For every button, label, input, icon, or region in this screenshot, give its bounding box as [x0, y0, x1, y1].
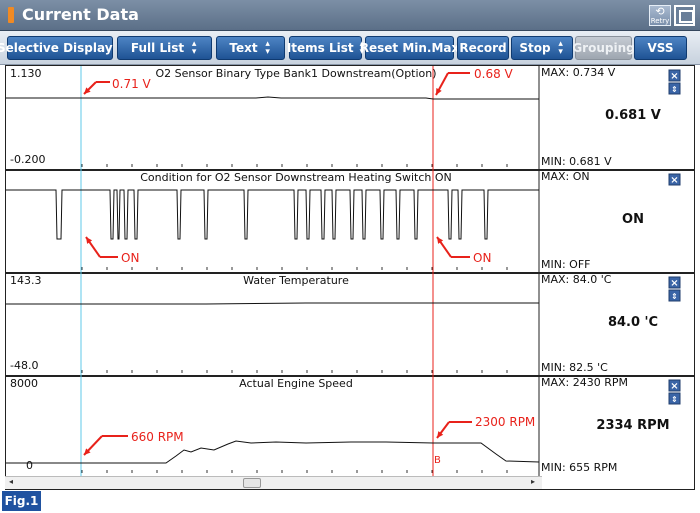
- retry-button[interactable]: ⟲ Retry: [649, 5, 671, 26]
- scale-min-label: -48.0: [10, 359, 38, 372]
- selective-display-button[interactable]: Selective Display▴▾: [0, 36, 123, 60]
- current-value: 2334 RPM: [596, 418, 669, 433]
- items-list-label: Items List: [286, 41, 354, 55]
- scroll-right-arrow-icon[interactable]: ▸: [531, 477, 535, 486]
- toolbar: Selective Display▴▾Full List▴▾Text▴▾Item…: [0, 31, 700, 65]
- full-list-button[interactable]: Full List ▴ ▾: [117, 36, 212, 60]
- scale-max-label: 1.130: [10, 67, 42, 80]
- window-title: Current Data: [22, 5, 139, 24]
- panel-title: O2 Sensor Binary Type Bank1 Downstream(O…: [155, 67, 436, 80]
- annotation-label: 0.71 V: [112, 77, 152, 91]
- min-value: MIN: 82.5 'C: [541, 361, 608, 374]
- min-value: MIN: 0.681 V: [541, 155, 612, 168]
- grouping-label: Grouping: [572, 41, 635, 55]
- annotation-label: 2300 RPM: [475, 415, 535, 429]
- vss-button[interactable]: VSS: [634, 36, 687, 60]
- reset-min-max-label: Reset Min.Max: [359, 41, 460, 55]
- updown-arrow-icon: ⇕: [671, 85, 678, 94]
- stop-button[interactable]: Stop ▴ ▾: [511, 36, 573, 60]
- min-value: MIN: 655 RPM: [541, 461, 617, 474]
- app-icon: [8, 7, 14, 23]
- chevron-updown-icon: ▴▾: [191, 39, 197, 57]
- grouping-button[interactable]: Grouping: [572, 36, 635, 60]
- updown-arrow-icon: ⇕: [671, 395, 678, 404]
- reset-min-max-button[interactable]: Reset Min.Max: [360, 36, 459, 60]
- current-value: 0.681 V: [605, 108, 661, 123]
- cursor-b-label: B: [434, 455, 441, 466]
- panel-title: Actual Engine Speed: [239, 377, 353, 390]
- annotation-label: 660 RPM: [131, 430, 184, 444]
- window-mode-button[interactable]: [674, 5, 695, 26]
- annotation-label: ON: [473, 251, 491, 265]
- scale-min-label: -0.200: [10, 153, 45, 166]
- max-value: MAX: 84.0 'C: [541, 273, 612, 286]
- retry-label: Retry: [650, 17, 670, 25]
- current-value: ON: [622, 212, 644, 227]
- water-temp-trace: [6, 302, 539, 305]
- record-button[interactable]: Record: [457, 36, 509, 60]
- heating-switch-trace: [6, 189, 539, 240]
- panel-title: Condition for O2 Sensor Downstream Heati…: [140, 171, 452, 184]
- updown-arrow-icon: ⇕: [671, 292, 678, 301]
- annotation-label: ON: [121, 251, 139, 265]
- panel-title: Water Temperature: [243, 274, 349, 287]
- title-bar: Current Data ⟲ Retry: [0, 0, 700, 31]
- min-value: MIN: OFF: [541, 258, 590, 271]
- text-label: Text: [229, 41, 258, 55]
- close-icon: ×: [670, 175, 678, 186]
- max-value: MAX: 2430 RPM: [541, 376, 628, 389]
- figure-label: Fig.1: [2, 491, 41, 511]
- close-icon: ×: [670, 381, 678, 392]
- record-label: Record: [459, 41, 507, 55]
- chevron-updown-icon: ▴▾: [558, 39, 563, 57]
- current-value: 84.0 'C: [608, 315, 658, 330]
- scale-max-label: 143.3: [10, 274, 42, 287]
- scale-min-label: 0: [26, 459, 33, 472]
- scrollbar-thumb[interactable]: [243, 478, 261, 488]
- horizontal-scrollbar[interactable]: ◂ ▸: [5, 476, 542, 489]
- chevron-updown-icon: ▴▾: [265, 39, 270, 57]
- graph-area: O2 Sensor Binary Type Bank1 Downstream(O…: [5, 65, 695, 490]
- scroll-left-arrow-icon[interactable]: ◂: [9, 477, 13, 486]
- retry-icon: ⟲: [655, 5, 665, 18]
- stop-label: Stop: [519, 41, 551, 55]
- graph-canvas: O2 Sensor Binary Type Bank1 Downstream(O…: [6, 66, 694, 489]
- max-value: MAX: ON: [541, 170, 590, 183]
- max-value: MAX: 0.734 V: [541, 66, 616, 79]
- close-icon: ×: [670, 71, 678, 82]
- close-icon: ×: [670, 278, 678, 289]
- selective-display-label: Selective Display: [0, 41, 113, 55]
- o2-sensor-trace: [6, 96, 539, 100]
- annotation-label: 0.68 V: [474, 67, 514, 81]
- scale-max-label: 8000: [10, 377, 38, 390]
- text-button[interactable]: Text ▴ ▾: [216, 36, 285, 60]
- vss-label: VSS: [647, 41, 674, 55]
- full-list-label: Full List: [130, 41, 185, 55]
- items-list-button[interactable]: Items List ▴ ▾: [286, 36, 364, 60]
